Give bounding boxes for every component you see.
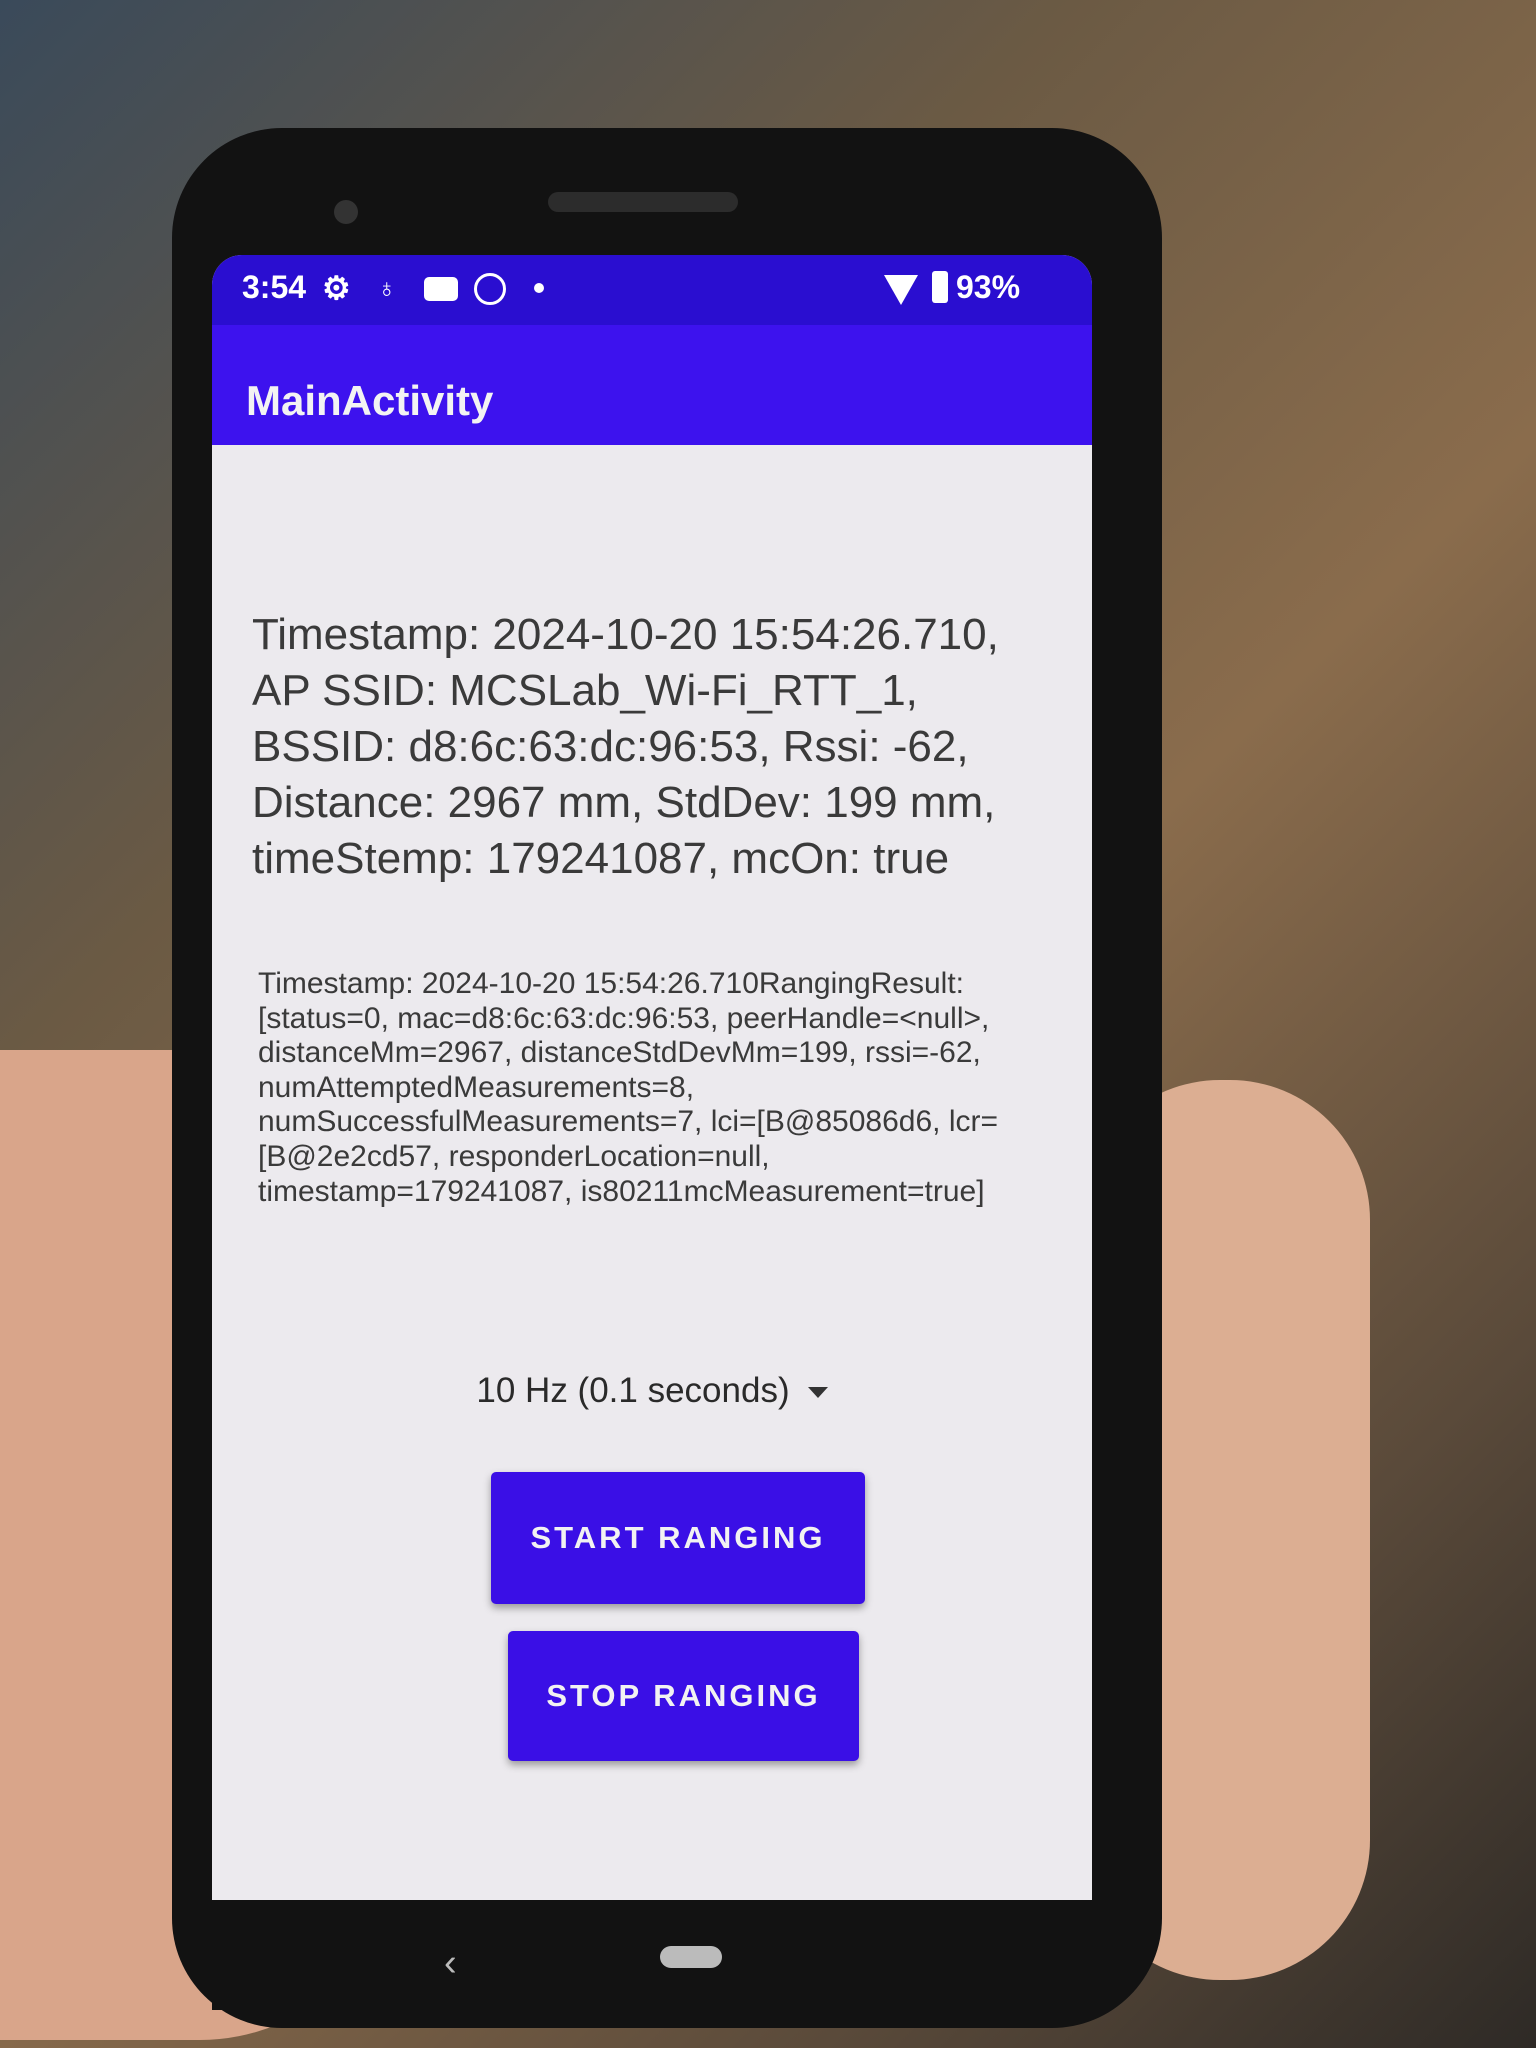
screen: 3:54 ⚙ ♁ 93% MainActivity Timestamp: 202… <box>212 255 1092 1900</box>
status-bar: 3:54 ⚙ ♁ 93% <box>212 255 1092 325</box>
ranging-summary: Timestamp: 2024-10-20 15:54:26.710, AP S… <box>252 610 999 883</box>
battery-icon <box>932 271 948 303</box>
navigation-bar: ‹ <box>212 1900 1092 2010</box>
app-bar: MainActivity <box>212 325 1092 445</box>
wifi-icon <box>884 275 918 305</box>
stop-ranging-button[interactable]: STOP RANGING <box>508 1631 859 1761</box>
status-time: 3:54 <box>242 269 307 305</box>
start-ranging-button[interactable]: START RANGING <box>491 1472 865 1604</box>
pin-icon: ♁ <box>377 273 397 303</box>
frequency-selected-value: 10 Hz (0.1 seconds) <box>476 1371 790 1410</box>
raw-ranging-result: Timestamp: 2024-10-20 15:54:26.710Rangin… <box>258 967 998 1208</box>
dropdown-arrow-icon <box>807 1387 828 1399</box>
earpiece <box>548 192 738 212</box>
battery-percent: 93% <box>956 269 1021 305</box>
front-camera <box>334 200 358 224</box>
back-icon[interactable]: ‹ <box>444 1942 457 1985</box>
frequency-select[interactable]: 10 Hz (0.1 seconds) <box>212 1371 1092 1411</box>
sync-icon <box>474 273 506 305</box>
dot-icon <box>534 283 544 293</box>
gear-icon: ⚙ <box>322 270 351 306</box>
youtube-icon <box>424 277 458 301</box>
home-pill[interactable] <box>660 1946 722 1968</box>
page-title: MainActivity <box>246 377 494 424</box>
